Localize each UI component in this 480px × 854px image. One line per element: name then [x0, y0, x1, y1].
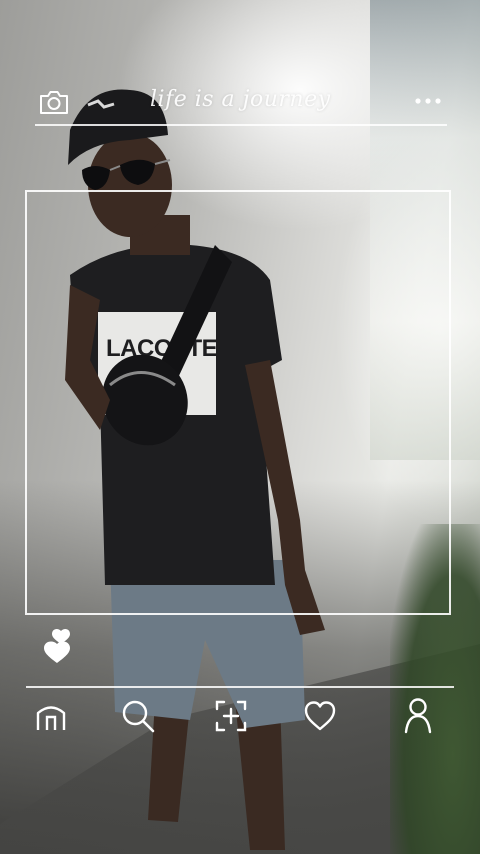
add-post-icon[interactable]	[214, 699, 248, 733]
bottom-divider	[26, 686, 454, 688]
post-frame	[25, 190, 451, 615]
home-icon[interactable]	[34, 700, 68, 734]
camera-icon[interactable]	[38, 88, 70, 116]
search-icon[interactable]	[120, 698, 156, 734]
top-divider	[35, 124, 447, 126]
caption-text: life is a journey	[150, 87, 331, 112]
profile-icon[interactable]	[402, 696, 434, 734]
more-dots-icon[interactable]	[414, 96, 442, 106]
heart-icon[interactable]	[303, 700, 337, 732]
bottom-nav	[0, 690, 480, 750]
photo-screen: LACOSTE life is a journey	[0, 0, 480, 854]
hearts-icon[interactable]	[40, 627, 76, 667]
